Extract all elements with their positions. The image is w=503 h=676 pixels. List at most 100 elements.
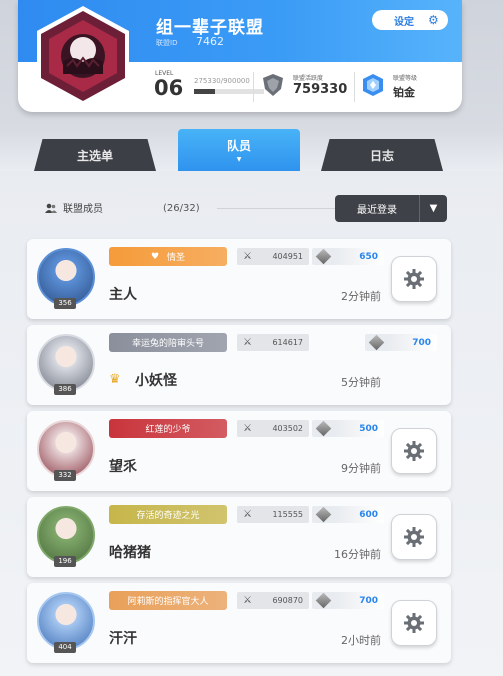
exp-bar-fill xyxy=(194,89,216,94)
gear-icon xyxy=(404,613,424,633)
guild-id: 7462 xyxy=(196,35,224,48)
tab-members[interactable]: 队员 ▼ xyxy=(178,129,300,171)
crossed-swords-icon: ⚔ xyxy=(243,509,252,520)
member-power-value: 115555 xyxy=(272,510,303,519)
member-level: 196 xyxy=(54,556,76,567)
member-last-login: 2分钟前 xyxy=(341,290,381,303)
member-power: ⚔ 404951 xyxy=(237,248,309,265)
members-label: 联盟成员 xyxy=(63,204,103,215)
tab-label: 队员 xyxy=(226,139,251,153)
activity-label: 联盟活跃度 xyxy=(293,75,324,82)
crown-icon: ♛ xyxy=(109,372,121,387)
diamond-icon xyxy=(315,592,332,609)
member-last-login: 9分钟前 xyxy=(341,462,381,475)
divider xyxy=(217,208,337,209)
member-title: 情圣 xyxy=(167,253,186,263)
diamond-icon xyxy=(315,506,332,523)
member-name: 汗汗 xyxy=(109,631,137,647)
member-contribution-value: 500 xyxy=(359,423,378,434)
member-title-badge: 阿莉斯的指挥官大人 xyxy=(109,591,227,610)
member-card[interactable]: 386 幸运兔的陪审头号 ⚔ 614617 700 ♛ 小妖怪 5分钟前 xyxy=(27,325,451,405)
member-level: 386 xyxy=(54,384,76,395)
rank-emblem-icon xyxy=(363,74,383,96)
member-title-badge: 幸运兔的陪审头号 xyxy=(109,333,227,352)
diamond-icon xyxy=(315,420,332,437)
member-card[interactable]: 356 ♥ 情圣 ⚔ 404951 650 主人 2分钟前 xyxy=(27,239,451,319)
diamond-icon xyxy=(368,334,385,351)
member-name: 小妖怪 xyxy=(135,373,177,389)
member-settings-button[interactable] xyxy=(391,600,437,646)
member-power-value: 690870 xyxy=(272,596,303,605)
diamond-icon xyxy=(315,248,332,265)
member-title: 阿莉斯的指挥官大人 xyxy=(127,597,209,607)
gear-icon xyxy=(404,527,424,547)
member-last-login: 5分钟前 xyxy=(341,376,381,389)
member-title: 幸运兔的陪审头号 xyxy=(131,339,204,349)
divider xyxy=(354,72,355,102)
gear-icon xyxy=(404,269,424,289)
member-last-login: 16分钟前 xyxy=(334,548,381,561)
member-power-value: 614617 xyxy=(272,338,303,347)
crossed-swords-icon: ⚔ xyxy=(243,337,252,348)
guild-emblem-icon xyxy=(37,6,129,106)
member-contribution-value: 600 xyxy=(359,509,378,520)
member-power: ⚔ 690870 xyxy=(237,592,309,609)
sort-dropdown[interactable]: 最近登录 ▼ xyxy=(335,195,447,222)
member-card[interactable]: 332 红莲的少爷 ⚔ 403502 500 望乑 9分钟前 xyxy=(27,411,451,491)
member-contribution-value: 700 xyxy=(359,595,378,606)
tab-underline xyxy=(0,171,503,177)
member-name: 望乑 xyxy=(109,459,137,475)
member-contribution-value: 650 xyxy=(359,251,378,262)
member-level: 404 xyxy=(54,642,76,653)
crossed-swords-icon: ⚔ xyxy=(243,423,252,434)
guild-id-label: 联盟ID xyxy=(156,39,178,47)
gear-icon: ⚙ xyxy=(428,13,439,27)
member-name: 哈猪猪 xyxy=(109,545,151,561)
member-settings-button[interactable] xyxy=(391,514,437,560)
member-contribution: 600 xyxy=(312,506,384,523)
member-title-badge: 存活的奇迹之光 xyxy=(109,505,227,524)
member-settings-button[interactable] xyxy=(391,256,437,302)
divider xyxy=(253,72,254,102)
member-power: ⚔ 115555 xyxy=(237,506,309,523)
shield-icon xyxy=(263,74,283,96)
crossed-swords-icon: ⚔ xyxy=(243,251,252,262)
tab-label: 日志 xyxy=(369,148,394,163)
member-contribution: 650 xyxy=(312,248,384,265)
member-card[interactable]: 404 阿莉斯的指挥官大人 ⚔ 690870 700 汗汗 2小时前 xyxy=(27,583,451,663)
tab-main-menu[interactable]: 主选单 xyxy=(34,139,156,171)
member-contribution: 700 xyxy=(312,592,384,609)
chevron-down-icon: ▼ xyxy=(419,195,447,222)
crossed-swords-icon: ⚔ xyxy=(243,595,252,606)
member-title-badge: ♥ 情圣 xyxy=(109,247,227,266)
member-power: ⚔ 614617 xyxy=(237,334,309,351)
member-level: 356 xyxy=(54,298,76,309)
member-title: 存活的奇迹之光 xyxy=(136,511,200,521)
member-settings-button[interactable] xyxy=(391,428,437,474)
member-title: 红莲的少爷 xyxy=(145,425,191,435)
member-contribution: 500 xyxy=(312,420,384,437)
rank-value: 铂金 xyxy=(393,86,415,99)
member-card[interactable]: 196 存活的奇迹之光 ⚔ 115555 600 哈猪猪 16分钟前 xyxy=(27,497,451,577)
member-power: ⚔ 403502 xyxy=(237,420,309,437)
member-power-value: 403502 xyxy=(272,424,303,433)
gear-icon xyxy=(404,441,424,461)
member-level: 332 xyxy=(54,470,76,481)
caret-down-icon: ▼ xyxy=(236,156,242,163)
member-title-badge: 红莲的少爷 xyxy=(109,419,227,438)
tab-log[interactable]: 日志 xyxy=(321,139,443,171)
activity-value: 759330 xyxy=(293,82,348,97)
members-count: (26/32) xyxy=(163,203,200,214)
settings-button[interactable]: 设定 ⚙ xyxy=(372,10,448,30)
sort-label: 最近登录 xyxy=(357,205,397,216)
members-header: 联盟成员 xyxy=(45,200,103,215)
member-power-value: 404951 xyxy=(272,252,303,261)
exp-text: 275330/900000 xyxy=(194,77,250,85)
member-contribution: 700 xyxy=(365,334,437,351)
rank-label: 联盟等级 xyxy=(393,75,418,82)
heart-icon: ♥ xyxy=(150,251,160,262)
guild-level: 06 xyxy=(154,76,184,100)
members-icon xyxy=(45,203,57,213)
member-contribution-value: 700 xyxy=(412,337,431,348)
settings-label: 设定 xyxy=(394,16,414,28)
